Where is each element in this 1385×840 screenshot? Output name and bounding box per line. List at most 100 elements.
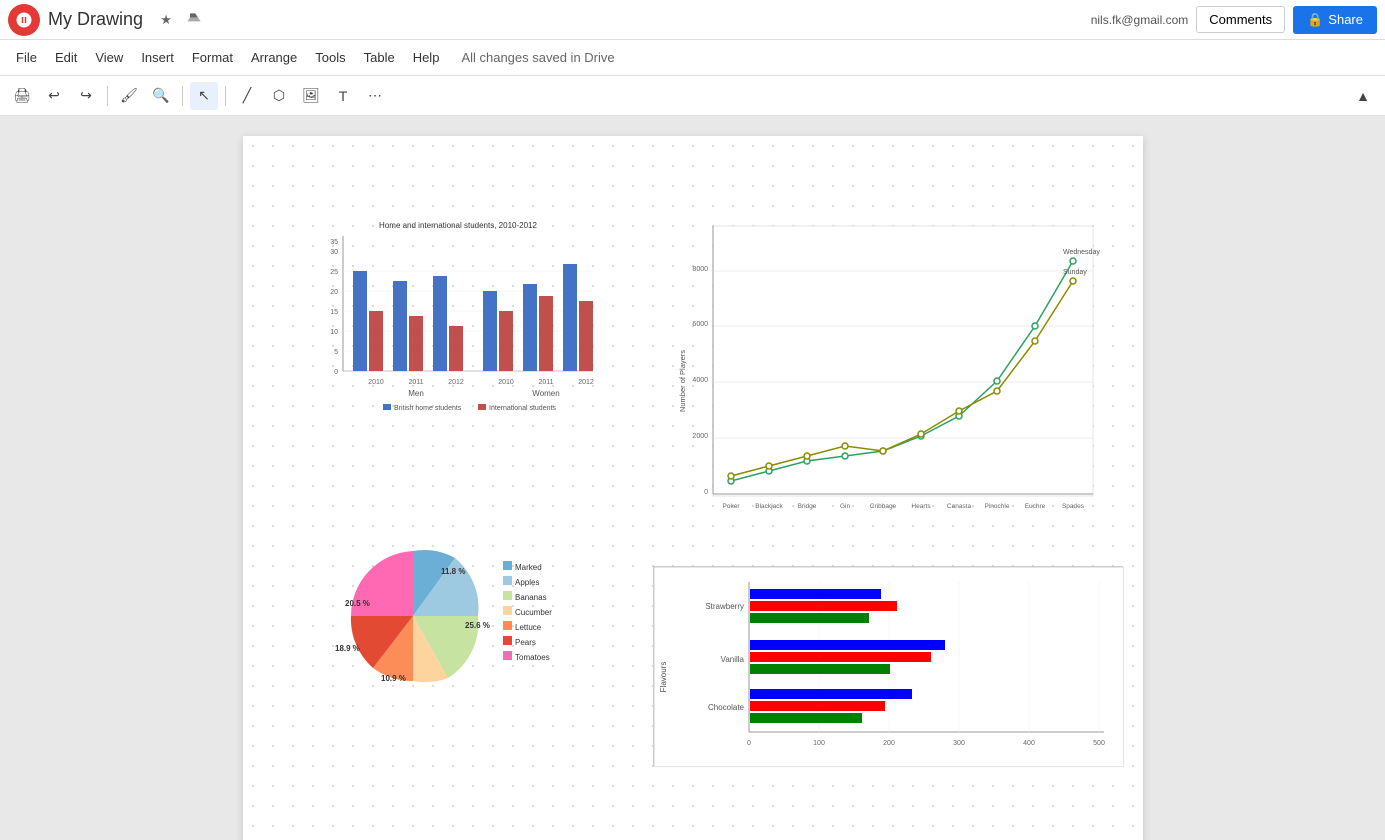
save-status: All changes saved in Drive [461,50,614,65]
redo-button[interactable]: ↪ [72,82,100,110]
svg-text:Cucumber: Cucumber [515,608,552,617]
svg-text:Pears: Pears [515,638,536,647]
right-controls: nils.fk@gmail.com Comments 🔒 Share [1091,6,1377,34]
select-tool-button[interactable]: ↖ [190,82,218,110]
students-chart[interactable]: Home and international students, 2010-20… [303,216,613,416]
svg-text:Home and international student: Home and international students, 2010-20… [379,221,537,230]
menu-format[interactable]: Format [184,46,241,69]
menu-bar: File Edit View Insert Format Arrange Too… [0,40,1385,76]
svg-text:Sunday: Sunday [1063,269,1087,276]
paint-format-button[interactable]: 🖌 [115,82,143,110]
svg-text:400: 400 [1023,740,1035,747]
svg-text:Poker: Poker [722,503,740,510]
svg-text:Lettuce: Lettuce [515,623,542,632]
svg-text:Flavours: Flavours [659,662,668,693]
toolbar-separator-2 [182,86,183,106]
svg-text:5: 5 [334,349,338,356]
svg-text:2011: 2011 [538,379,553,386]
svg-text:Hearts: Hearts [911,503,931,510]
print-button[interactable]: 🖨 [8,82,36,110]
svg-text:2010: 2010 [498,379,514,386]
svg-text:30: 30 [330,249,338,256]
toolbar-separator-3 [225,86,226,106]
shape-tool-button[interactable]: ⬡ [265,82,293,110]
svg-text:35: 35 [330,239,338,246]
toolbar: 🖨 ↩ ↪ 🖌 🔍 ↖ ╱ ⬡ 🖼 T ⋯ ▲ [0,76,1385,116]
svg-text:300: 300 [953,740,965,747]
svg-text:10.9 %: 10.9 % [381,674,406,683]
line-tool-button[interactable]: ╱ [233,82,261,110]
svg-text:Spades: Spades [1061,503,1084,510]
menu-table[interactable]: Table [356,46,403,69]
image-tool-button[interactable]: 🖼 [297,82,325,110]
toolbar-separator-1 [107,86,108,106]
line-chart[interactable]: 0 2000 4000 6000 8000 Number of Players … [673,216,1113,546]
share-label: Share [1328,12,1363,27]
students-chart-svg: Home and international students, 2010-20… [303,216,613,416]
svg-text:British home students: British home students [394,405,462,412]
document-title[interactable]: My Drawing [48,9,143,30]
svg-text:25: 25 [330,269,338,276]
svg-text:2012: 2012 [578,379,594,386]
svg-text:Men: Men [408,389,424,398]
svg-text:Bananas: Bananas [515,593,547,602]
svg-text:10: 10 [330,329,338,336]
more-tools-button[interactable]: ⋯ [361,82,389,110]
menu-file[interactable]: File [8,46,45,69]
drive-icon[interactable] [183,9,205,31]
app-icon [8,4,40,36]
svg-text:20: 20 [330,289,338,296]
svg-text:Pinochle: Pinochle [984,503,1009,510]
share-button[interactable]: 🔒 Share [1293,6,1377,34]
ice-cream-chart[interactable]: Flavours 0 100 200 300 400 500 Strawberr… [653,566,1123,766]
menu-insert[interactable]: Insert [133,46,182,69]
svg-text:2000: 2000 [692,433,708,440]
text-tool-button[interactable]: T [329,82,357,110]
document-icons: ★ [155,9,205,31]
user-email: nils.fk@gmail.com [1091,13,1189,27]
svg-text:Blackjack: Blackjack [755,503,783,510]
svg-text:6000: 6000 [692,321,708,328]
menu-edit[interactable]: Edit [47,46,85,69]
svg-text:Euchre: Euchre [1024,503,1045,510]
svg-text:8000: 8000 [692,266,708,273]
svg-text:Tomatoes: Tomatoes [515,653,550,662]
svg-text:25.6 %: 25.6 % [465,621,490,630]
svg-text:2010: 2010 [368,379,384,386]
title-bar: My Drawing ★ nils.fk@gmail.com Comments … [0,0,1385,40]
menu-tools[interactable]: Tools [307,46,353,69]
svg-text:Wednesday: Wednesday [1063,249,1100,256]
zoom-button[interactable]: 🔍 [147,82,175,110]
svg-text:Women: Women [532,389,559,398]
svg-text:20.5 %: 20.5 % [345,599,370,608]
svg-text:100: 100 [813,740,825,747]
ice-cream-chart-svg: Flavours 0 100 200 300 400 500 Strawberr… [654,567,1124,767]
collapse-panel-button[interactable]: ▲ [1349,82,1377,110]
share-icon: 🔒 [1307,12,1323,28]
svg-text:11.8 %: 11.8 % [441,567,465,576]
svg-text:0: 0 [747,740,751,747]
canvas-area[interactable]: Home and international students, 2010-20… [0,116,1385,840]
svg-text:Marked: Marked [515,563,542,572]
svg-text:Apples: Apples [515,578,539,587]
svg-text:International students: International students [489,405,556,412]
menu-help[interactable]: Help [405,46,448,69]
pie-chart[interactable]: 11.8 % 25.6 % 10.9 % 18.9 % 20.5 % Marke… [293,516,633,746]
svg-text:Strawberry: Strawberry [705,602,744,611]
drawing-canvas[interactable]: Home and international students, 2010-20… [243,136,1143,840]
undo-button[interactable]: ↩ [40,82,68,110]
svg-text:Number of Players: Number of Players [678,350,687,412]
bookmark-icon[interactable]: ★ [155,9,177,31]
comments-button[interactable]: Comments [1196,6,1285,33]
menu-view[interactable]: View [87,46,131,69]
svg-text:500: 500 [1093,740,1105,747]
pie-chart-svg: 11.8 % 25.6 % 10.9 % 18.9 % 20.5 % Marke… [293,516,633,736]
line-chart-svg: 0 2000 4000 6000 8000 Number of Players … [673,216,1113,546]
svg-text:Chocolate: Chocolate [707,703,744,712]
toolbar-right: ▲ [1349,82,1377,110]
svg-text:Canasta: Canasta [946,503,971,510]
menu-arrange[interactable]: Arrange [243,46,305,69]
svg-text:200: 200 [883,740,895,747]
svg-text:0: 0 [704,489,708,496]
svg-text:2011: 2011 [408,379,423,386]
